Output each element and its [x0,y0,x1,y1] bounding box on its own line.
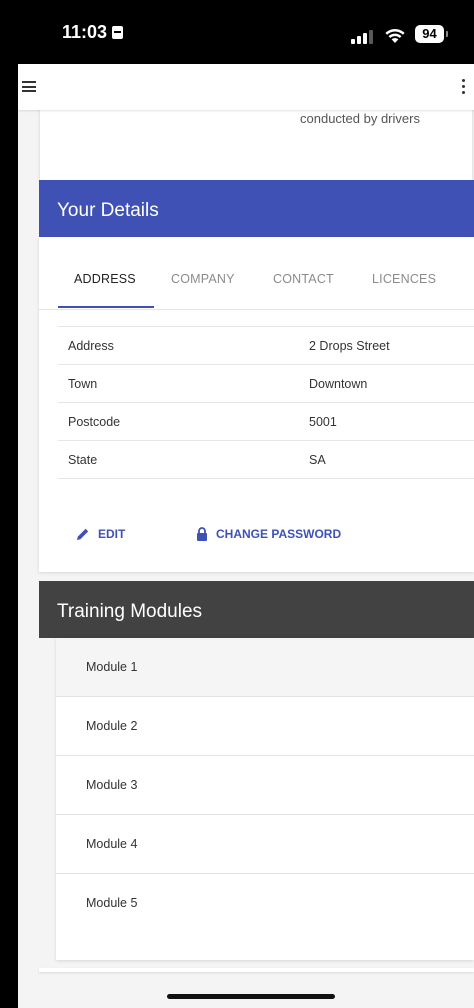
module-label: Module 5 [86,896,138,910]
signal-icon [351,30,373,44]
row-value: Downtown [309,377,368,391]
module-label: Module 4 [86,837,138,851]
table-row: State SA [58,441,474,479]
training-header: Training Modules [39,581,474,638]
tab-address[interactable]: ADDRESS [74,272,136,286]
module-label: Module 3 [86,778,138,792]
tab-contact[interactable]: CONTACT [273,272,334,286]
focus-icon [112,26,124,39]
row-label: Postcode [68,415,121,429]
app-bar [18,64,474,110]
row-label: Address [68,339,114,353]
edit-button[interactable]: EDIT [76,527,125,541]
training-title: Training Modules [57,601,203,622]
previous-card: conducted by drivers [40,104,472,184]
row-label: Town [68,377,98,391]
details-tabs: ADDRESS COMPANY CONTACT LICENCES [39,237,474,310]
row-value: 5001 [309,415,337,429]
wifi-icon [385,29,405,43]
status-bar: 11:03 94 [0,0,474,64]
list-item[interactable]: Module 1 [56,638,474,697]
edit-label: EDIT [98,527,126,541]
battery-level: 94 [422,26,437,41]
table-row: Town Downtown [58,365,474,403]
details-card: ADDRESS COMPANY CONTACT LICENCES Address… [39,237,474,572]
status-time-text: 11:03 [62,22,108,42]
battery-icon: 94 [415,25,448,43]
active-tab-indicator [58,306,154,308]
row-label: State [68,453,98,467]
more-vert-icon[interactable] [462,79,465,95]
list-item[interactable]: Module 4 [56,815,474,874]
change-password-button[interactable]: CHANGE PASSWORD [196,527,341,541]
module-label: Module 2 [86,719,138,733]
module-label: Module 1 [86,660,138,674]
previous-card-text: conducted by drivers [300,111,420,126]
training-list: Module 1 Module 2 Module 3 Module 4 Modu… [56,638,474,960]
change-password-label: CHANGE PASSWORD [216,527,342,541]
table-row: Postcode 5001 [58,403,474,441]
list-item[interactable]: Module 3 [56,756,474,815]
list-item[interactable]: Module 5 [56,874,474,932]
address-table: Address 2 Drops Street Town Downtown Pos… [58,326,474,479]
menu-icon[interactable] [22,81,36,92]
app-screen: conducted by drivers Your Details ADDRES… [18,64,474,1008]
row-value: 2 Drops Street [309,339,390,353]
list-item[interactable]: Module 2 [56,697,474,756]
tab-licences[interactable]: LICENCES [372,272,436,286]
row-value: SA [309,453,326,467]
status-time: 11:03 [62,22,124,43]
details-title: Your Details [57,200,159,221]
details-header: Your Details [39,180,474,237]
pencil-icon [77,528,89,540]
card-bottom-edge [39,968,474,972]
table-row: Address 2 Drops Street [58,326,474,365]
tab-company[interactable]: COMPANY [171,272,235,286]
lock-icon [197,527,207,541]
home-indicator[interactable] [167,994,335,999]
details-actions: EDIT CHANGE PASSWORD [39,519,474,559]
